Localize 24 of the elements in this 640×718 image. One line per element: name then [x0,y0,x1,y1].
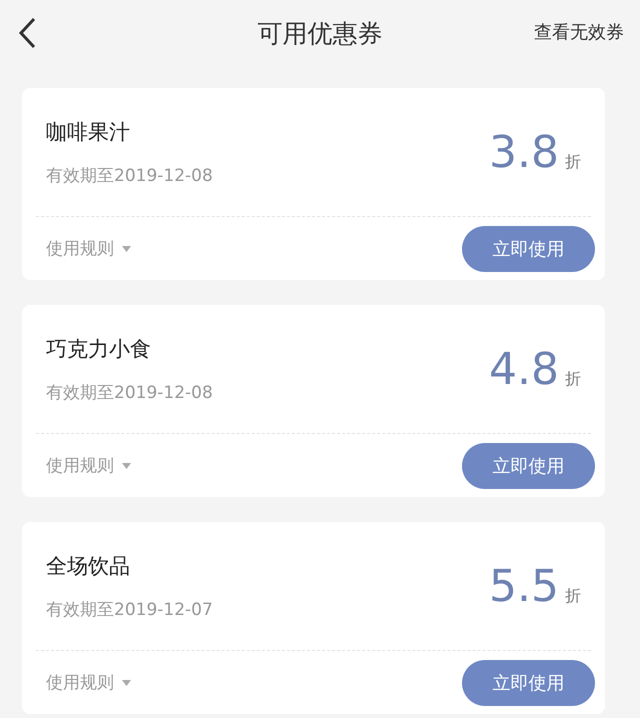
usage-rules-toggle[interactable]: 使用规则 [46,454,131,477]
page-title: 可用优惠券 [258,18,382,50]
validity-date: 有效期至2019-12-07 [46,598,213,620]
invalid-coupons-link[interactable]: 查看无效券 [534,20,624,44]
validity-date: 有效期至2019-12-08 [46,164,213,186]
discount-value: 5.5 [489,560,559,612]
discount-unit: 折 [565,152,581,172]
use-now-button[interactable]: 立即使用 [462,660,595,706]
coupon-name: 巧克力小食 [46,336,152,362]
validity-date: 有效期至2019-12-08 [46,382,213,404]
usage-rules-toggle[interactable]: 使用规则 [46,671,131,694]
use-now-button[interactable]: 立即使用 [462,442,595,488]
usage-rules-toggle[interactable]: 使用规则 [46,237,131,260]
coupon-name: 全场饮品 [46,552,131,580]
discount-value: 4.8 [489,344,559,394]
back-icon[interactable] [18,17,36,49]
dropdown-caret-icon [122,462,131,468]
coupon-name: 咖啡果汁 [46,118,131,146]
dropdown-caret-icon [122,246,131,252]
discount-unit: 折 [565,586,581,606]
discount-unit: 折 [565,368,581,390]
dropdown-caret-icon [122,680,131,686]
discount-value: 3.8 [489,126,559,178]
use-now-button[interactable]: 立即使用 [462,226,595,272]
